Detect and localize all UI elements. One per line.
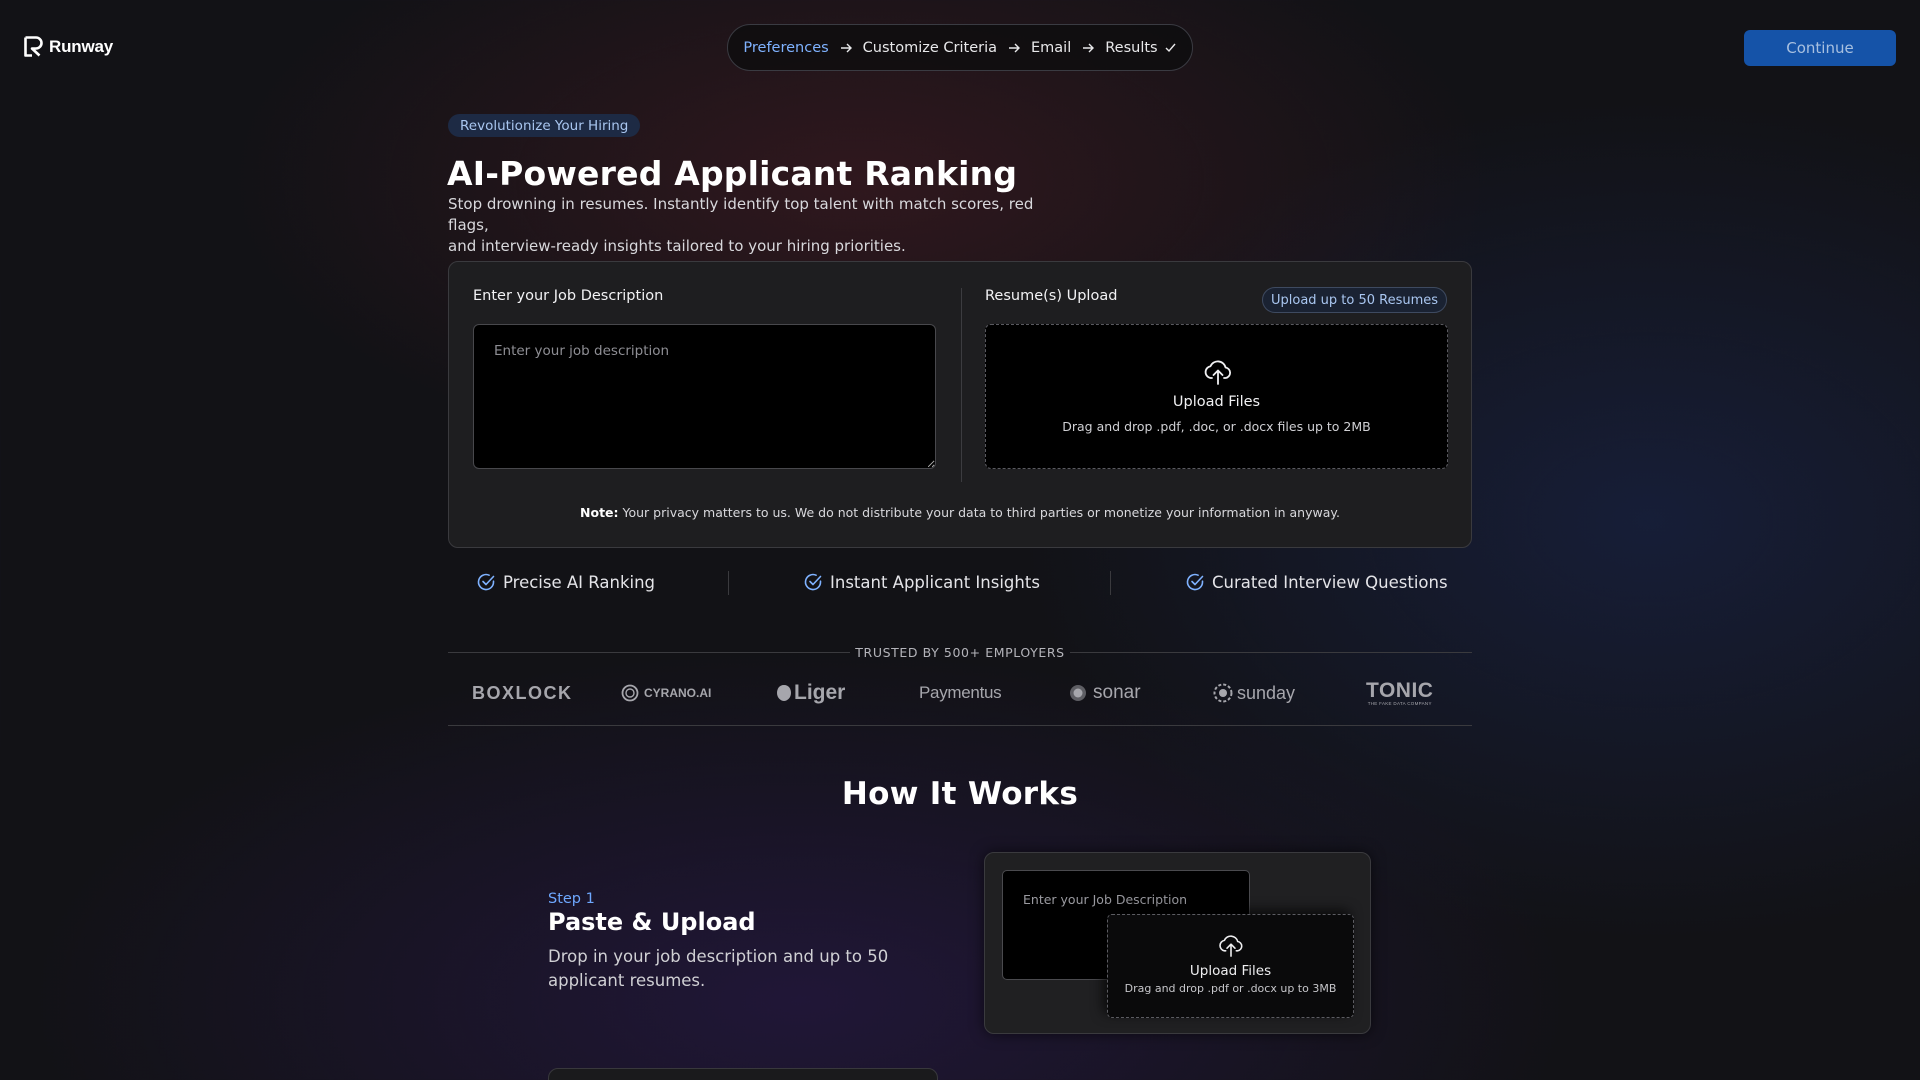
runway-logo[interactable]: Runway (24, 36, 113, 57)
feature-divider (1110, 571, 1111, 595)
resume-upload-label: Resume(s) Upload (985, 288, 1118, 304)
employer-logos: BOXLOCK CYRANO.AI Liger Paymentus sonar … (448, 676, 1472, 710)
hero-subtitle-line: Stop drowning in resumes. Instantly iden… (448, 195, 1034, 234)
employer-tagline: THE FAKE DATA COMPANY (1367, 700, 1432, 706)
job-description-input[interactable] (473, 324, 936, 469)
privacy-note-label: Note: (580, 505, 619, 520)
preview-upload-hint: Drag and drop .pdf or .docx up to 3MB (1124, 982, 1337, 995)
privacy-note-text: Your privacy matters to us. We do not di… (622, 505, 1340, 520)
feature-precise-ai-ranking: Precise AI Ranking (476, 572, 655, 592)
feature-instant-insights: Instant Applicant Insights (803, 572, 1040, 592)
feature-interview-questions: Curated Interview Questions (1185, 572, 1448, 592)
employer-name: TONIC (1366, 678, 1434, 702)
page-title: AI-Powered Applicant Ranking (447, 154, 1018, 193)
trusted-by-label: TRUSTED BY 500+ EMPLOYERS (855, 645, 1065, 660)
step-description: Drop in your job description and up to 5… (548, 947, 889, 990)
hero-subtitle: Stop drowning in resumes. Instantly iden… (448, 194, 1068, 257)
employer-logo-sunday: sunday (1213, 676, 1295, 710)
next-step-card (548, 1068, 938, 1080)
privacy-note: Note: Your privacy matters to us. We do … (449, 505, 1471, 520)
ranking-form-card: Enter your Job Description Resume(s) Upl… (448, 261, 1472, 548)
trusted-bottom-divider (448, 725, 1472, 726)
check-icon (1165, 43, 1176, 53)
arrow-right-icon (1083, 43, 1095, 52)
upload-files-title: Upload Files (1172, 394, 1261, 410)
cloud-upload-icon (1204, 360, 1232, 385)
employer-logo-sonar: sonar (1069, 676, 1141, 710)
hero-badge: Revolutionize Your Hiring (448, 114, 641, 137)
hero-subtitle-line: and interview-ready insights tailored to… (448, 237, 906, 255)
continue-button[interactable]: Continue (1744, 30, 1896, 66)
feature-label: Instant Applicant Insights (830, 572, 1040, 592)
employer-name: sonar (1093, 682, 1141, 703)
employer-name: CYRANO.AI (644, 686, 712, 700)
step-preview-card: Enter your Job Description Upload Files … (984, 852, 1371, 1034)
step-title: Paste & Upload (548, 908, 756, 936)
feature-divider (728, 571, 729, 595)
app-name: Runway (49, 36, 113, 56)
employer-name: Paymentus (919, 683, 1002, 702)
employer-name: sunday (1237, 682, 1296, 703)
job-description-label: Enter your Job Description (473, 288, 664, 304)
employer-logo-paymentus: Paymentus (919, 676, 1002, 710)
liger-logo-icon (777, 685, 791, 701)
cyrano-logo-icon (621, 684, 639, 702)
runway-logo-icon (24, 36, 43, 57)
employer-logo-boxlock: BOXLOCK (472, 676, 573, 710)
step-number: Step 1 (548, 891, 595, 907)
how-it-works-title: How It Works (841, 776, 1079, 812)
feature-label: Precise AI Ranking (503, 572, 656, 592)
employer-name: Liger (794, 681, 846, 704)
step-email[interactable]: Email (1031, 40, 1071, 56)
arrow-right-icon (840, 43, 852, 52)
preview-upload-title: Upload Files (1189, 963, 1272, 979)
employer-logo-tonic: TONIC THE FAKE DATA COMPANY (1366, 676, 1433, 710)
cloud-upload-icon (1219, 935, 1243, 957)
check-circle-icon (804, 573, 822, 591)
sunday-logo-icon (1213, 683, 1233, 703)
step-customize-criteria[interactable]: Customize Criteria (863, 40, 997, 56)
upload-files-hint: Drag and drop .pdf, .doc, or .docx files… (1062, 419, 1371, 434)
employer-logo-liger: Liger (776, 676, 845, 710)
check-circle-icon (1186, 573, 1204, 591)
step-preferences[interactable]: Preferences (743, 40, 828, 56)
resume-dropzone[interactable]: Upload Files Drag and drop .pdf, .doc, o… (985, 324, 1448, 469)
employer-name: BOXLOCK (472, 682, 573, 703)
feature-label: Curated Interview Questions (1212, 572, 1448, 592)
sonar-logo-icon (1070, 685, 1086, 701)
step-results[interactable]: Results (1105, 40, 1157, 56)
employer-logo-cyrano: CYRANO.AI (620, 676, 711, 710)
arrow-right-icon (1009, 43, 1020, 52)
resume-limit-badge: Upload up to 50 Resumes (1262, 287, 1448, 313)
card-divider (961, 288, 962, 482)
check-circle-icon (477, 573, 495, 591)
preview-job-description-label: Enter your Job Description (1023, 892, 1188, 907)
progress-stepper: Preferences Customize Criteria Email Res… (727, 24, 1193, 71)
preview-dropzone: Upload Files Drag and drop .pdf or .docx… (1107, 914, 1354, 1018)
